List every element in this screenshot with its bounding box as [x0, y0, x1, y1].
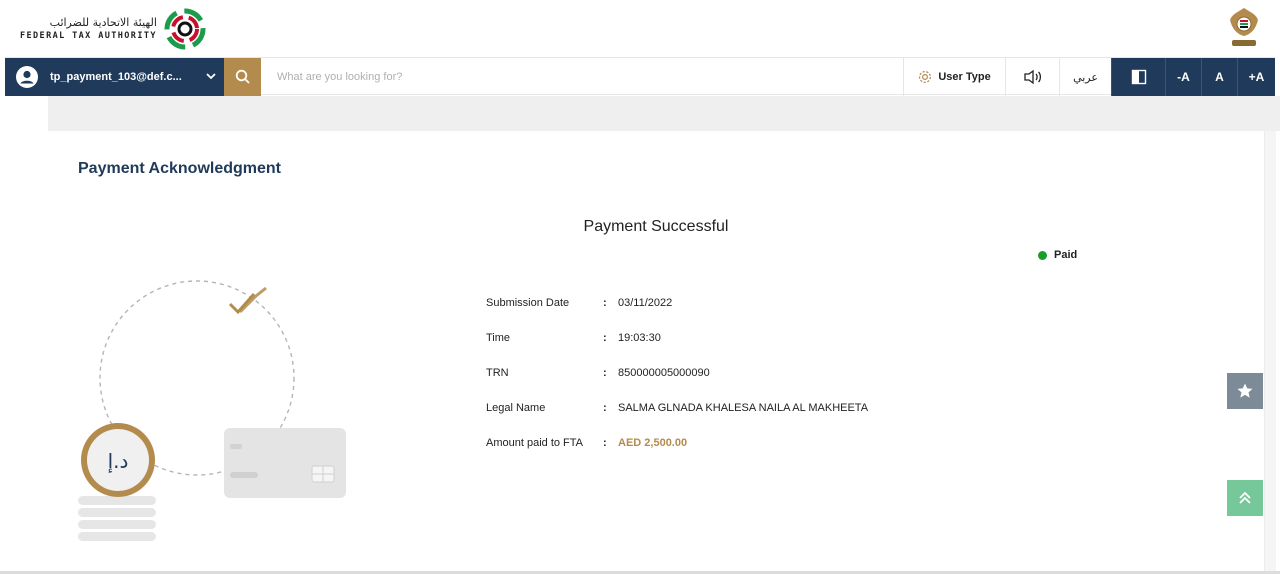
amount-value: AED 2,500.00	[618, 437, 688, 449]
payment-illustration: د.إ	[78, 280, 346, 541]
detail-row-trn: TRN : 850000005000090	[486, 365, 710, 381]
success-title: Payment Successful	[583, 218, 729, 235]
detail-row-submission-date: Submission Date : 03/11/2022	[486, 295, 672, 311]
top-header: الهيئة الاتحادية للضرائب FEDERAL TAX AUT…	[0, 0, 1280, 57]
detail-label: Submission Date	[486, 297, 570, 309]
contrast-icon	[1131, 69, 1146, 85]
card-icon	[224, 428, 346, 498]
detail-separator: :	[603, 437, 607, 449]
scroll-to-top-button[interactable]	[1227, 480, 1263, 516]
search-icon	[235, 69, 250, 84]
double-check-icon	[228, 286, 267, 315]
detail-value: 03/11/2022	[618, 297, 673, 309]
detail-separator: :	[603, 297, 607, 309]
detail-row-legal-name: Legal Name : SALMA GLNADA KHALESA NAILA …	[486, 400, 868, 416]
logo-english-text: FEDERAL TAX AUTHORITY	[20, 31, 157, 41]
star-icon	[1237, 383, 1253, 398]
uae-emblem-icon	[1230, 8, 1258, 46]
audio-button[interactable]	[1005, 58, 1059, 96]
user-avatar-icon	[16, 66, 38, 88]
user-menu-button[interactable]: tp_payment_103@def.c...	[5, 58, 224, 96]
detail-value: SALMA GLNADA KHALESA NAILA AL MAKHEETA	[618, 402, 869, 414]
detail-value: 19:03:30	[618, 332, 661, 344]
detail-separator: :	[603, 402, 607, 414]
logo-arabic-text: الهيئة الاتحادية للضرائب	[49, 16, 157, 29]
detail-row-amount: Amount paid to FTA : AED 2,500.00	[486, 435, 687, 451]
double-chevron-up-icon	[1239, 491, 1251, 504]
detail-label: TRN	[486, 367, 509, 379]
user-type-label: User Type	[938, 71, 991, 83]
detail-label: Time	[486, 332, 511, 344]
status-label: Paid	[1054, 249, 1078, 261]
speaker-icon	[1023, 69, 1041, 85]
coin-stack-icon	[78, 496, 156, 541]
search-button[interactable]	[224, 58, 261, 96]
language-switch-button[interactable]: عربي	[1059, 58, 1111, 96]
detail-label: Legal Name	[486, 402, 546, 414]
navbar: tp_payment_103@def.c... User Type	[5, 57, 1275, 96]
scrollbar[interactable]	[1264, 131, 1276, 571]
page-title: Payment Acknowledgment	[78, 160, 282, 177]
search-input[interactable]	[267, 58, 887, 96]
breadcrumb-band	[48, 96, 1280, 131]
fta-logo[interactable]: الهيئة الاتحادية للضرائب FEDERAL TAX AUT…	[20, 6, 207, 52]
font-decrease-button[interactable]: -A	[1165, 58, 1201, 96]
logo-text: الهيئة الاتحادية للضرائب FEDERAL TAX AUT…	[20, 16, 157, 42]
status-dot	[1038, 250, 1047, 260]
user-type-button[interactable]: User Type	[903, 58, 1005, 96]
contrast-button[interactable]	[1111, 58, 1165, 96]
detail-separator: :	[603, 332, 607, 344]
page: الهيئة الاتحادية للضرائب FEDERAL TAX AUT…	[0, 0, 1280, 574]
chevron-down-icon	[206, 73, 216, 80]
user-name: tp_payment_103@def.c...	[50, 71, 182, 83]
gear-icon	[919, 70, 932, 84]
coin-symbol: د.إ	[108, 449, 129, 474]
status-badge: Paid	[1038, 249, 1077, 261]
detail-separator: :	[603, 367, 607, 379]
font-increase-button[interactable]: +A	[1237, 58, 1275, 96]
favorite-button[interactable]	[1227, 373, 1263, 409]
font-normal-button[interactable]: A	[1201, 58, 1237, 96]
detail-label: Amount paid to FTA	[486, 437, 584, 449]
detail-value: 850000005000090	[618, 367, 710, 379]
detail-row-time: Time : 19:03:30	[486, 330, 661, 346]
fta-logo-icon	[164, 8, 206, 50]
